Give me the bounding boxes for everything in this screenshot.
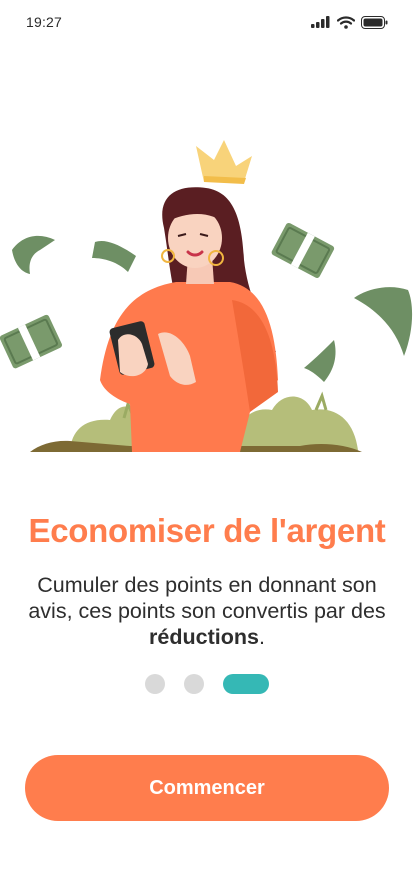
onboarding-title: Economiser de l'argent [28, 512, 386, 549]
pagination-dot[interactable] [145, 674, 165, 694]
pagination-dots [0, 674, 414, 694]
money-bill-icon [304, 340, 336, 382]
onboarding-description: Cumuler des points en donnant son avis, … [20, 572, 394, 650]
status-icons [311, 14, 388, 30]
money-stack-icon [0, 314, 62, 369]
start-button[interactable]: Commencer [25, 755, 389, 821]
description-end: . [258, 625, 265, 649]
money-bill-icon [92, 240, 136, 272]
status-time: 19:27 [26, 14, 63, 30]
money-stack-icon [271, 222, 335, 278]
money-bill-icon [354, 287, 413, 356]
battery-icon [361, 15, 388, 29]
pagination-dot[interactable] [184, 674, 204, 694]
description-highlight: réductions [149, 625, 259, 649]
woman-with-phone-and-money-illustration [0, 140, 413, 452]
pagination-dot-active[interactable] [223, 674, 269, 694]
money-bill-icon [12, 235, 55, 274]
description-text: Cumuler des points en donnant son avis, … [28, 573, 386, 623]
status-bar: 19:27 [0, 0, 414, 44]
wifi-icon [337, 15, 355, 29]
cellular-signal-icon [311, 16, 330, 28]
crown-icon [196, 140, 252, 182]
